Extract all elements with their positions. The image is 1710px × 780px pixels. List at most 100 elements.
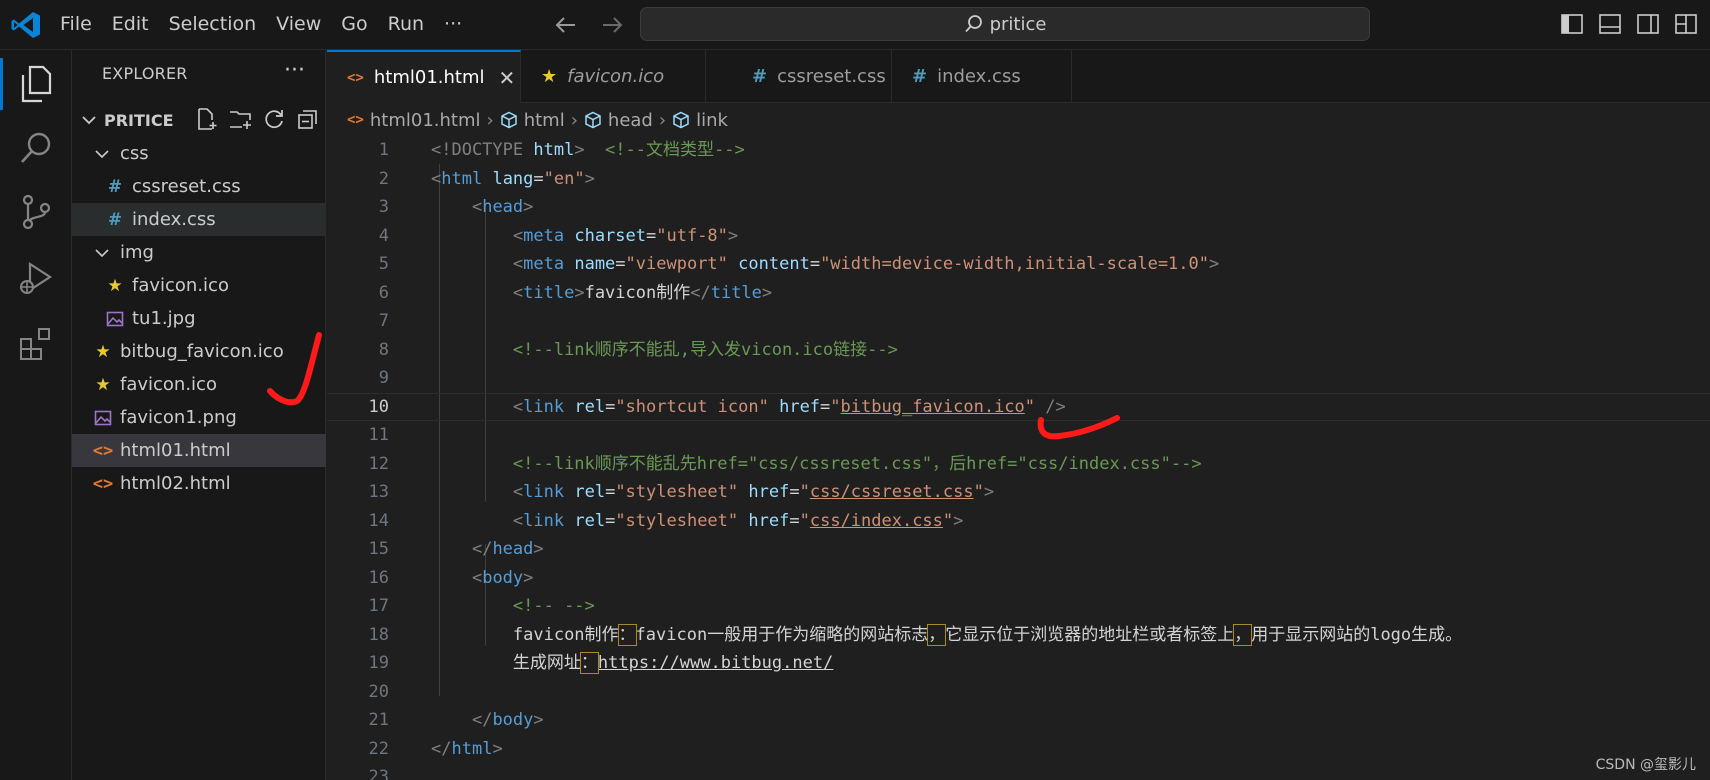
tree-item-label: cssreset.css [132,176,241,197]
tab-html01[interactable]: <> html01.html ✕ [327,50,521,103]
explorer-title: EXPLORER [102,64,188,83]
menu-file[interactable]: File [50,0,102,50]
symbol-cube-icon [500,111,517,129]
line-number: 6 [378,282,389,303]
bitbug-url[interactable]: https://www.bitbug.net/ [598,653,833,673]
tree-file-favicon[interactable]: ★ favicon.ico [72,368,326,401]
code-line-current: 10 <link rel="shortcut icon" href="bitbu… [327,393,1710,422]
toggle-secondary-sidebar-icon[interactable] [1636,12,1660,36]
explorer-actions [194,107,320,131]
line-number: 9 [378,368,389,388]
activity-bar [0,50,72,780]
link-href-value[interactable]: css/cssreset.css [810,482,974,502]
line-number: 20 [368,681,389,702]
line-number: 1 [378,140,389,160]
tab-label: cssreset.css [777,66,886,87]
line-number: 23 [368,767,389,780]
tree-folder-css[interactable]: css [72,137,326,170]
tree-item-label: html02.html [120,473,231,494]
chevron-down-icon [82,116,96,125]
activity-search[interactable] [0,116,72,180]
tree-folder-img[interactable]: img [72,236,326,269]
tree-file-html01[interactable]: <> html01.html [72,434,326,467]
activity-run-debug[interactable] [0,246,72,310]
tree-file-img-favicon[interactable]: ★ favicon.ico [72,269,326,302]
tree-file-index-css[interactable]: # index.css [72,203,326,236]
tree-item-label: html01.html [120,440,231,461]
link-href-value[interactable]: css/index.css [810,511,943,531]
refresh-icon[interactable] [262,107,286,131]
code-line: 4 <meta charset="utf-8"> [327,222,1710,251]
line-number: 22 [368,738,389,759]
image-file-icon [94,410,112,425]
customize-layout-icon[interactable] [1674,12,1698,36]
tree-file-tu1[interactable]: tu1.jpg [72,302,326,335]
chevron-right-icon: › [486,109,494,131]
menu-selection[interactable]: Selection [159,0,267,50]
new-file-icon[interactable] [194,107,218,131]
menu-more[interactable]: ··· [434,0,472,50]
toggle-panel-icon[interactable] [1598,12,1622,36]
collapse-all-icon[interactable] [296,107,320,131]
close-icon[interactable]: ✕ [499,66,516,90]
activity-explorer[interactable] [0,52,72,116]
code-line: 5 <meta name="viewport" content="width=d… [327,250,1710,279]
file-tree: css # cssreset.css # index.css img ★ fav… [72,137,326,500]
tree-file-favicon1[interactable]: favicon1.png [72,401,326,434]
menu-edit[interactable]: Edit [102,0,159,50]
toggle-primary-sidebar-icon[interactable] [1560,12,1584,36]
workspace-root[interactable]: PRITICE [72,104,326,136]
title-bar: File Edit Selection View Go Run ··· prit… [0,0,1710,50]
line-number: 10 [368,396,389,417]
line-number: 7 [378,311,389,331]
code-line: 15 </head> [327,535,1710,564]
line-number: 17 [368,596,389,616]
code-line: 19 生成网址：https://www.bitbug.net/ [327,649,1710,678]
explorer-sidebar: EXPLORER ··· PRITICE css # cssreset.css … [72,50,326,780]
chevron-down-icon [95,248,109,257]
activity-source-control[interactable] [0,180,72,244]
tree-file-bitbug-favicon[interactable]: ★ bitbug_favicon.ico [72,335,326,368]
breadcrumb-head[interactable]: head [608,110,653,131]
tab-label: html01.html [373,67,485,88]
html-file-icon: <> [347,69,364,86]
html-file-icon: <> [347,112,364,128]
menu-go[interactable]: Go [331,0,377,50]
tree-file-html02[interactable]: <> html02.html [72,467,326,500]
breadcrumb-file[interactable]: html01.html [370,110,481,131]
tree-file-cssreset[interactable]: # cssreset.css [72,170,326,203]
star-file-icon: ★ [95,341,111,362]
tab-label: index.css [937,66,1021,87]
tab-index-css[interactable]: # index.css [892,50,1072,103]
explorer-more-button[interactable]: ··· [284,58,305,83]
arrow-right-icon[interactable] [599,12,625,38]
link-href-value[interactable]: bitbug_favicon.ico [841,397,1025,417]
workspace-root-label: PRITICE [104,110,174,130]
files-icon [21,65,52,103]
line-number: 16 [368,567,389,588]
activity-extensions[interactable] [0,312,72,376]
watermark: CSDN @玺影儿 [1595,757,1696,773]
menu-run[interactable]: Run [378,0,434,50]
breadcrumb-link[interactable]: link [696,110,728,131]
line-number: 19 [368,653,389,673]
editor-tabs: <> html01.html ✕ ★ favicon.ico # cssrese… [327,50,1710,103]
image-file-icon [106,311,124,326]
tab-cssreset[interactable]: # cssreset.css [706,50,892,103]
code-line: 3 <head> [327,193,1710,222]
menu-view[interactable]: View [266,0,331,50]
star-file-icon: ★ [541,66,558,87]
css-file-icon: # [107,176,123,197]
line-number: 18 [368,624,389,645]
run-debug-icon [20,261,53,294]
command-center-search[interactable]: pritice [640,7,1370,41]
new-folder-icon[interactable] [228,107,252,131]
menu-bar: File Edit Selection View Go Run ··· [50,0,472,50]
tab-favicon[interactable]: ★ favicon.ico [521,50,706,103]
tree-item-label: favicon1.png [120,407,237,428]
code-editor[interactable]: 1 <!DOCTYPE html> <!--文档类型--> 2 <html lang… [327,136,1710,780]
breadcrumb-html[interactable]: html [524,110,565,131]
arrow-left-icon[interactable] [553,12,579,38]
css-file-icon: # [752,66,768,87]
layout-controls [1560,12,1698,36]
